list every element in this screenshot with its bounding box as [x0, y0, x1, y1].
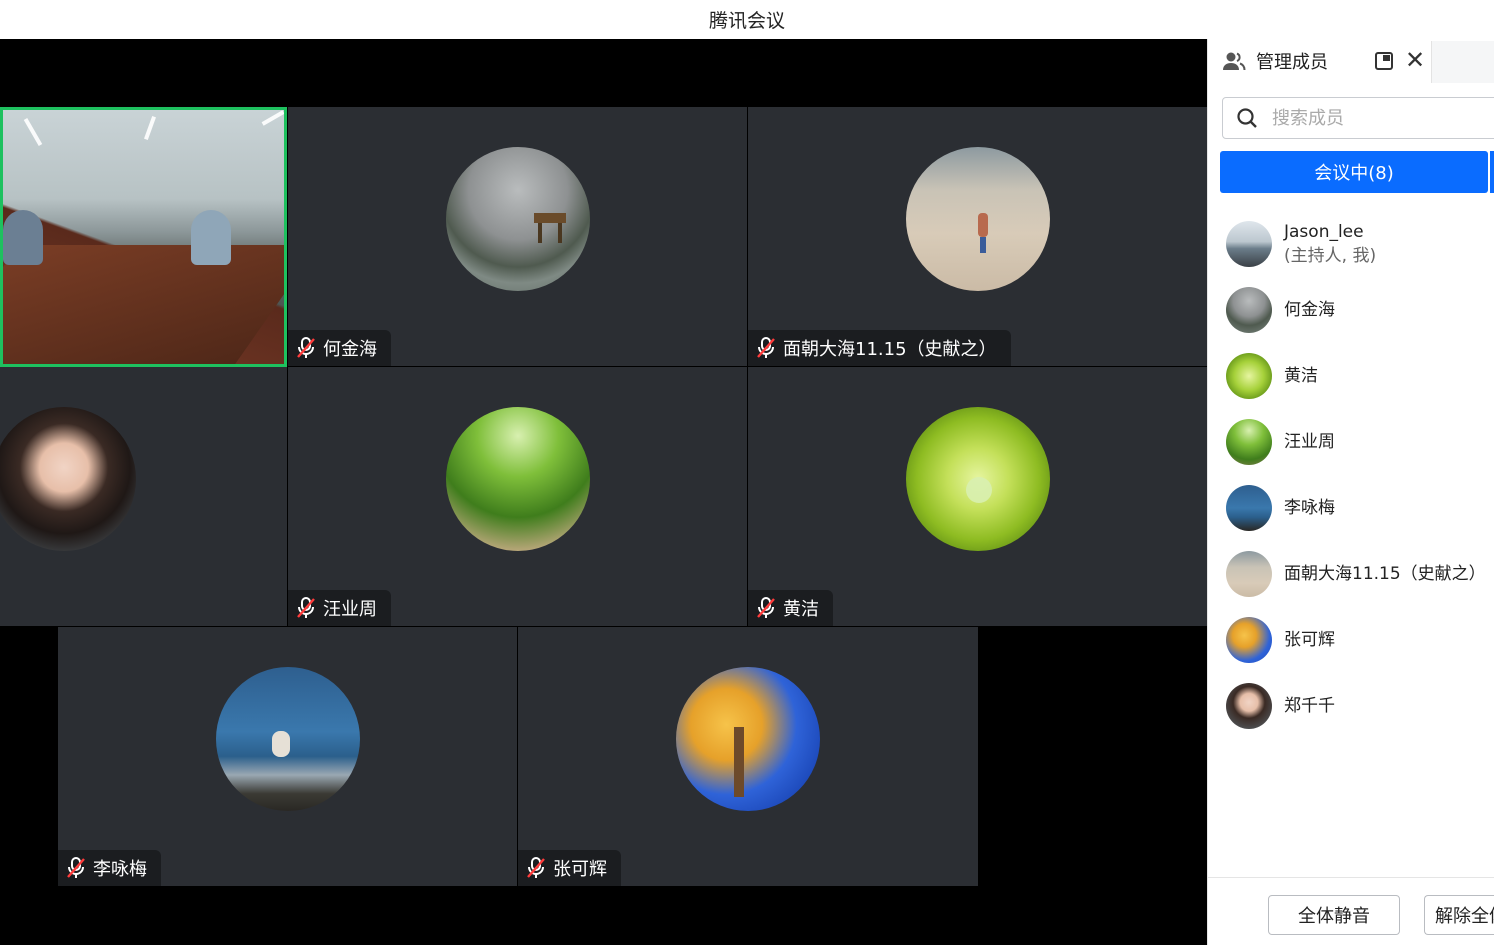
tab-in-meeting-label: 会议中(8) [1314, 163, 1394, 184]
member-avatar [1226, 221, 1272, 267]
participant-name: 黄洁 [783, 599, 819, 620]
tab-in-meeting[interactable]: 会议中(8) [1220, 151, 1488, 193]
member-name: 郑千千 [1284, 696, 1335, 716]
member-list-item[interactable]: 张可辉 [1208, 607, 1494, 673]
close-icon[interactable]: ✕ [1404, 48, 1426, 72]
member-name: 张可辉 [1284, 630, 1335, 650]
avatar-sea-bench [215, 667, 360, 811]
video-grid: 何金海 面朝大海11.15（史献之） 汪业周 黄洁 李咏梅 张可辉 [0, 39, 1207, 945]
mic-muted-icon [296, 597, 316, 619]
participant-name: 张可辉 [553, 859, 607, 880]
avatar-forest [445, 407, 590, 551]
video-tile-participant[interactable]: 何金海 [288, 107, 747, 366]
member-list-item[interactable]: Jason_lee (主持人, 我) [1208, 211, 1494, 277]
member-avatar [1226, 287, 1272, 333]
participant-name: 何金海 [323, 339, 377, 360]
video-tile-participant[interactable]: 汪业周 [288, 367, 747, 626]
search-icon [1236, 107, 1258, 129]
member-name: Jason_lee [1284, 222, 1364, 242]
member-avatar [1226, 617, 1272, 663]
member-list-item[interactable]: 面朝大海11.15（史献之） [1208, 541, 1494, 607]
avatar-lake [445, 147, 590, 291]
member-avatar [1226, 419, 1272, 465]
panel-tab-stub[interactable] [1431, 41, 1494, 83]
video-tile-participant[interactable] [0, 367, 287, 626]
member-name: 黄洁 [1284, 366, 1318, 386]
participant-nameplate: 李咏梅 [58, 850, 161, 886]
participant-name: 李咏梅 [93, 859, 147, 880]
mic-muted-icon [756, 337, 776, 359]
member-search-input[interactable] [1272, 107, 1472, 129]
member-name: 何金海 [1284, 300, 1335, 320]
participant-name: 汪业周 [323, 599, 377, 620]
member-name: 面朝大海11.15（史献之） [1284, 564, 1486, 584]
mic-muted-icon [296, 337, 316, 359]
member-list-item[interactable]: 汪业周 [1208, 409, 1494, 475]
tab-edge [1490, 151, 1494, 193]
video-tile-participant[interactable]: 张可辉 [518, 627, 978, 886]
window-title: 腾讯会议 [708, 10, 785, 32]
window-titlebar: 腾讯会议 [0, 0, 1494, 39]
video-tile-participant[interactable]: 面朝大海11.15（史献之） [748, 107, 1207, 366]
member-list-item[interactable]: 李咏梅 [1208, 475, 1494, 541]
avatar-lime [905, 407, 1050, 551]
members-panel-footer: 全体静音 解除全体静音 [1208, 877, 1494, 945]
users-icon [1222, 51, 1246, 71]
member-name: 汪业周 [1284, 432, 1335, 452]
member-list: Jason_lee (主持人, 我) 何金海 黄洁 汪业周 李咏梅 面朝大海11… [1208, 211, 1494, 739]
video-tile-self[interactable] [0, 107, 287, 367]
video-tile-participant[interactable]: 李咏梅 [58, 627, 517, 886]
participant-nameplate: 面朝大海11.15（史献之） [748, 330, 1011, 366]
member-list-item[interactable]: 黄洁 [1208, 343, 1494, 409]
member-name: 李咏梅 [1284, 498, 1335, 518]
member-search-box[interactable] [1222, 97, 1494, 139]
members-panel-header: 管理成员 ✕ [1208, 39, 1494, 83]
member-list-item[interactable]: 郑千千 [1208, 673, 1494, 739]
video-tile-participant[interactable]: 黄洁 [748, 367, 1207, 626]
popout-icon[interactable] [1374, 51, 1394, 71]
avatar-beach [905, 147, 1050, 291]
mic-muted-icon [526, 857, 546, 879]
mute-all-button[interactable]: 全体静音 [1268, 895, 1400, 935]
member-list-item[interactable]: 何金海 [1208, 277, 1494, 343]
participant-nameplate: 何金海 [288, 330, 391, 366]
member-avatar [1226, 551, 1272, 597]
avatar-woman-portrait [0, 407, 136, 551]
participant-nameplate: 黄洁 [748, 590, 833, 626]
participant-nameplate: 张可辉 [518, 850, 621, 886]
member-role: (主持人, 我) [1284, 246, 1377, 266]
unmute-all-button[interactable]: 解除全体静音 [1424, 895, 1494, 935]
mic-muted-icon [66, 857, 86, 879]
member-avatar [1226, 485, 1272, 531]
camera-feed-conference-room [3, 110, 284, 364]
mic-muted-icon [756, 597, 776, 619]
participant-name: 面朝大海11.15（史献之） [783, 339, 997, 360]
avatar-golden-trees [676, 667, 820, 811]
participant-nameplate: 汪业周 [288, 590, 391, 626]
member-avatar [1226, 353, 1272, 399]
member-avatar [1226, 683, 1272, 729]
members-panel-title: 管理成员 [1256, 52, 1328, 73]
members-panel: 管理成员 ✕ 会议中(8) Jason_lee (主持人, 我) 何金海 [1207, 39, 1494, 945]
